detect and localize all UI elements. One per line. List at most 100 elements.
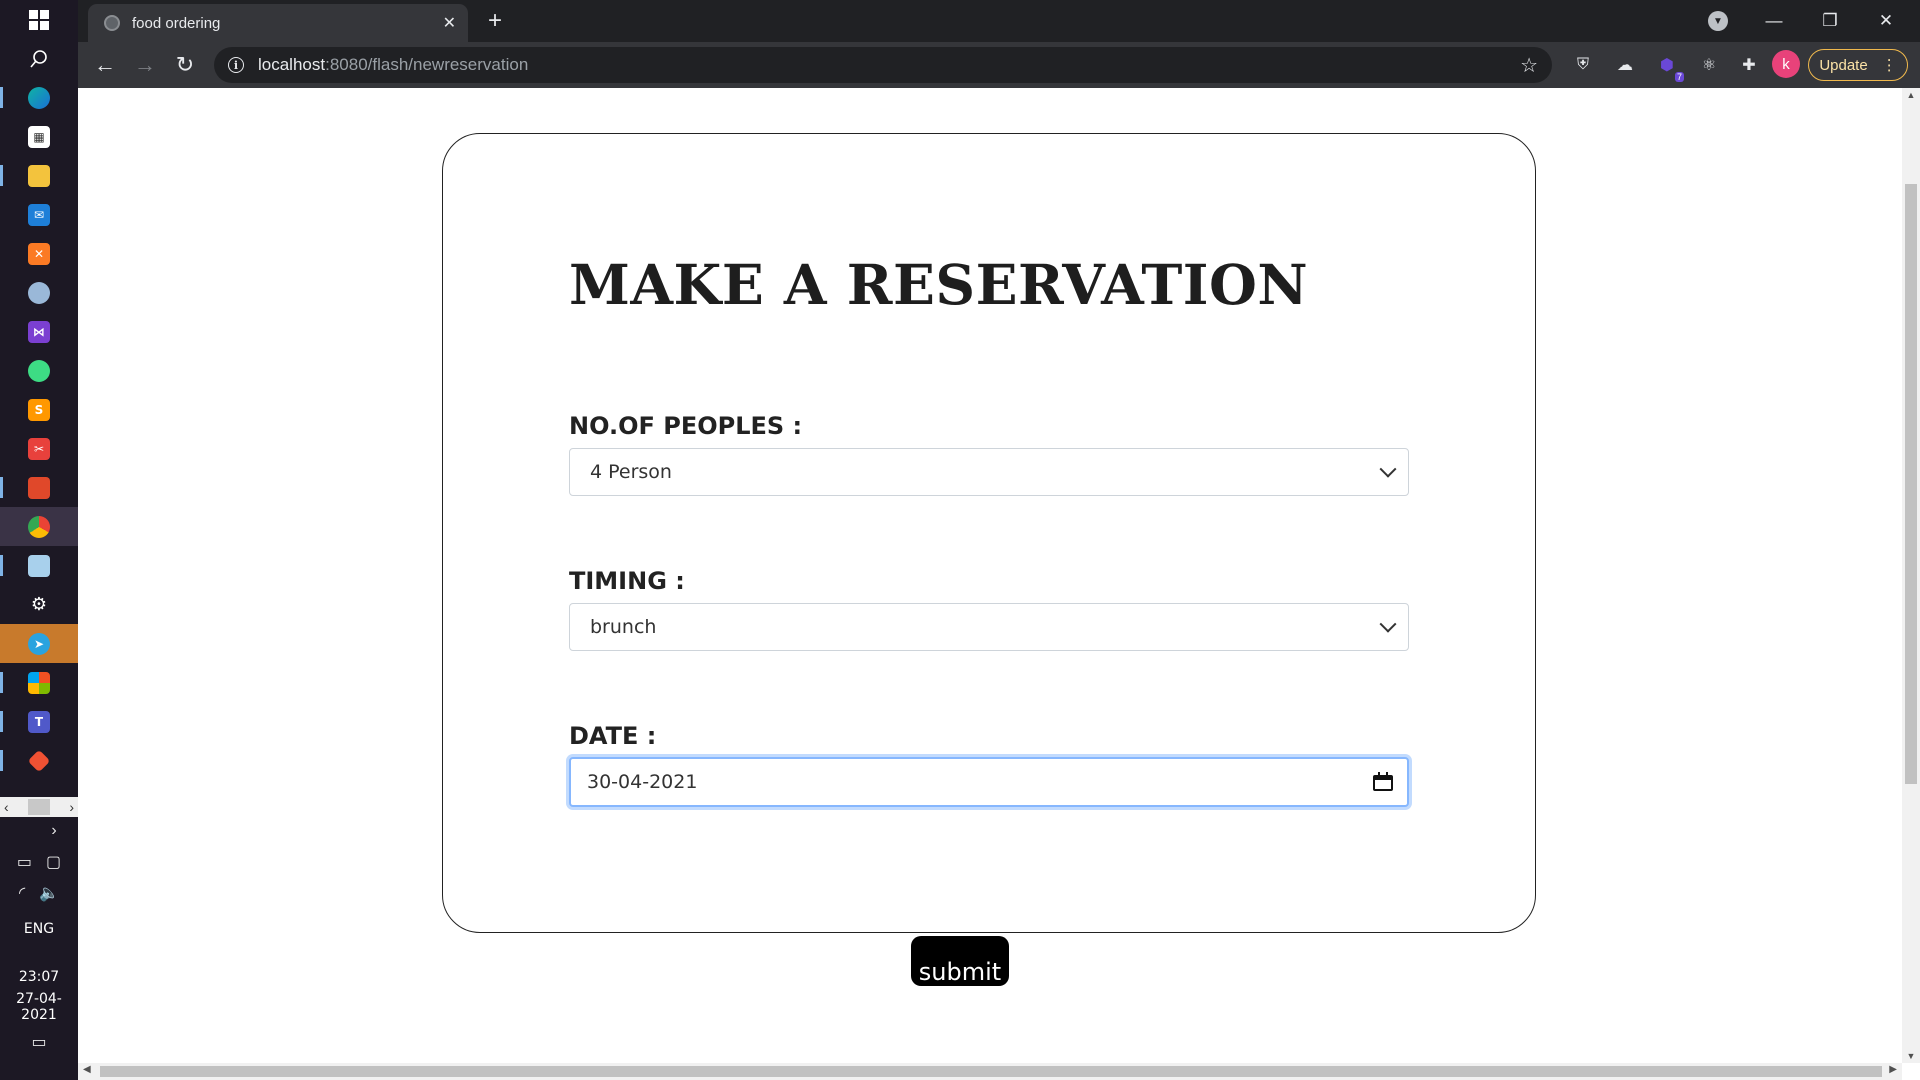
taskbar-app-snip[interactable]: ✂ [0, 429, 78, 468]
browser-toolbar: ← → ↻ i localhost:8080/flash/newreservat… [78, 42, 1920, 88]
restore-button[interactable]: ❐ [1802, 0, 1858, 42]
new-tab-button[interactable]: + [480, 6, 510, 36]
site-info-icon[interactable]: i [228, 57, 244, 73]
date-label: DATE : [569, 722, 657, 750]
scroll-left-icon[interactable]: ◀ [83, 1064, 91, 1075]
snip-icon: ✂ [28, 437, 50, 460]
submit-label: submit [918, 958, 1002, 986]
submit-button[interactable]: submit [911, 936, 1009, 986]
taskbar-scrollbar[interactable]: ‹ › [0, 797, 78, 817]
meet-now-icon[interactable]: ▢ [46, 852, 61, 872]
people-select[interactable]: 4 Person [569, 448, 1409, 496]
profile-avatar[interactable]: k [1772, 50, 1800, 78]
tab-food-ordering[interactable]: food ordering ✕ [88, 4, 468, 42]
taskbar-app-settings[interactable]: ⚙ [0, 585, 78, 624]
notification-center-button[interactable]: ▭ [0, 1032, 78, 1052]
back-button[interactable]: ← [88, 48, 122, 82]
tray-icons-row-2: ◜ 🔈 [0, 883, 78, 903]
scroll-left-icon[interactable]: ‹ [4, 799, 9, 815]
bookmark-star-icon[interactable]: ☆ [1520, 53, 1538, 78]
chevron-right-icon[interactable]: › [51, 822, 56, 840]
people-select-value: 4 Person [590, 461, 672, 483]
store-icon: ▦ [28, 125, 50, 148]
reload-button[interactable]: ↻ [168, 48, 202, 82]
tab-search-button[interactable]: ▼ [1708, 11, 1728, 31]
arrow-right-icon: → [134, 52, 156, 77]
cloud-extension-icon[interactable]: ☁ [1614, 54, 1636, 76]
git-icon [27, 749, 51, 772]
clock-time[interactable]: 23:07 [0, 969, 78, 985]
page-vertical-scrollbar[interactable]: ▲ ▼ [1902, 88, 1920, 1063]
taskbar-scroll-thumb[interactable] [28, 799, 50, 815]
wifi-icon[interactable]: ◜ [19, 883, 25, 903]
vertical-scroll-thumb[interactable] [1905, 184, 1917, 784]
taskbar-app-eraser[interactable] [0, 546, 78, 585]
taskbar-app-edge[interactable] [0, 78, 78, 117]
extension-badge: 7 [1674, 72, 1684, 82]
visual-studio-icon: ⋈ [28, 320, 50, 343]
address-bar[interactable]: i localhost:8080/flash/newreservation ☆ [214, 47, 1552, 83]
tab-strip: food ordering ✕ + ▼ — ❐ ✕ [78, 0, 1920, 42]
taskbar-app-sublime[interactable]: S [0, 390, 78, 429]
url-text[interactable]: localhost:8080/flash/newreservation [258, 55, 528, 75]
reservation-card: MAKE A RESERVATION NO.OF PEOPLES : 4 Per… [442, 133, 1536, 933]
folder-icon [28, 164, 50, 187]
taskbar-app-office[interactable] [0, 468, 78, 507]
edge-icon [28, 86, 50, 109]
search-button[interactable] [0, 39, 78, 78]
tray-overflow[interactable]: › [0, 822, 78, 840]
update-button[interactable]: Update ⋮ [1808, 49, 1908, 81]
android-studio-icon [28, 359, 50, 382]
date-input[interactable]: 30-04-2021 [569, 757, 1409, 807]
scroll-right-icon[interactable]: ▶ [1889, 1064, 1897, 1075]
taskbar-app-explorer[interactable] [0, 156, 78, 195]
shield-extension-icon[interactable]: ⛨ [1572, 54, 1594, 76]
taskbar-app-media[interactable] [0, 273, 78, 312]
taskbar-app-git[interactable] [0, 741, 78, 780]
page-viewport: MAKE A RESERVATION NO.OF PEOPLES : 4 Per… [78, 88, 1902, 1063]
react-devtools-icon[interactable]: ⚛ [1698, 54, 1720, 76]
url-host: localhost [258, 55, 326, 74]
taskbar-app-telegram[interactable]: ➤ [0, 624, 78, 663]
telegram-icon: ➤ [28, 632, 50, 655]
taskbar-app-vscode-studio[interactable]: ⋈ [0, 312, 78, 351]
timing-select[interactable]: brunch [569, 603, 1409, 651]
taskbar-app-teams[interactable]: T [0, 702, 78, 741]
close-tab-icon[interactable]: ✕ [443, 13, 456, 33]
kebab-menu-icon: ⋮ [1881, 57, 1897, 74]
taskbar-app-chrome[interactable] [0, 507, 78, 546]
notification-icon: ▭ [31, 1034, 47, 1051]
calendar-icon[interactable] [1373, 772, 1393, 792]
horizontal-scroll-thumb[interactable] [100, 1066, 1882, 1077]
scroll-up-icon[interactable]: ▲ [1902, 90, 1920, 100]
language-indicator[interactable]: ENG [0, 921, 78, 937]
taskbar-app-android-studio[interactable] [0, 351, 78, 390]
taskbar-app-ms-apps[interactable] [0, 663, 78, 702]
taskbar-app-xampp[interactable]: ✕ [0, 234, 78, 273]
taskbar-app-mail[interactable]: ✉ [0, 195, 78, 234]
minimize-button[interactable]: — [1746, 0, 1802, 42]
url-path: :8080/flash/newreservation [325, 55, 529, 74]
close-window-button[interactable]: ✕ [1858, 0, 1914, 42]
timing-label: TIMING : [569, 567, 685, 595]
minimize-icon: — [1765, 11, 1783, 30]
volume-icon[interactable]: 🔈 [39, 883, 59, 903]
puzzle-extensions-icon[interactable]: ✚ [1738, 54, 1760, 76]
tray-icons-row-1: ▭ ▢ [0, 852, 78, 872]
sublime-icon: S [28, 398, 50, 421]
start-button[interactable] [0, 0, 78, 39]
page-horizontal-scrollbar[interactable]: ◀ ▶ [78, 1063, 1902, 1080]
mail-icon: ✉ [28, 203, 50, 226]
arrow-left-icon: ← [94, 52, 116, 77]
forward-button[interactable]: → [128, 48, 162, 82]
battery-icon[interactable]: ▭ [17, 852, 32, 872]
clock-date[interactable]: 27-04-2021 [0, 991, 78, 1023]
people-label: NO.OF PEOPLES : [569, 412, 803, 440]
timing-select-value: brunch [590, 616, 657, 638]
taskbar: ▦ ✉ ✕ ⋈ S ✂ ⚙ ➤ T ‹ › › ▭ ▢ ◜ 🔈 ENG 23:0… [0, 0, 78, 1080]
taskbar-app-store[interactable]: ▦ [0, 117, 78, 156]
hex-extension-icon[interactable]: ⬢ 7 [1656, 54, 1684, 82]
scroll-right-icon[interactable]: › [69, 799, 74, 815]
restore-icon: ❐ [1822, 11, 1838, 30]
scroll-down-icon[interactable]: ▼ [1902, 1051, 1920, 1061]
